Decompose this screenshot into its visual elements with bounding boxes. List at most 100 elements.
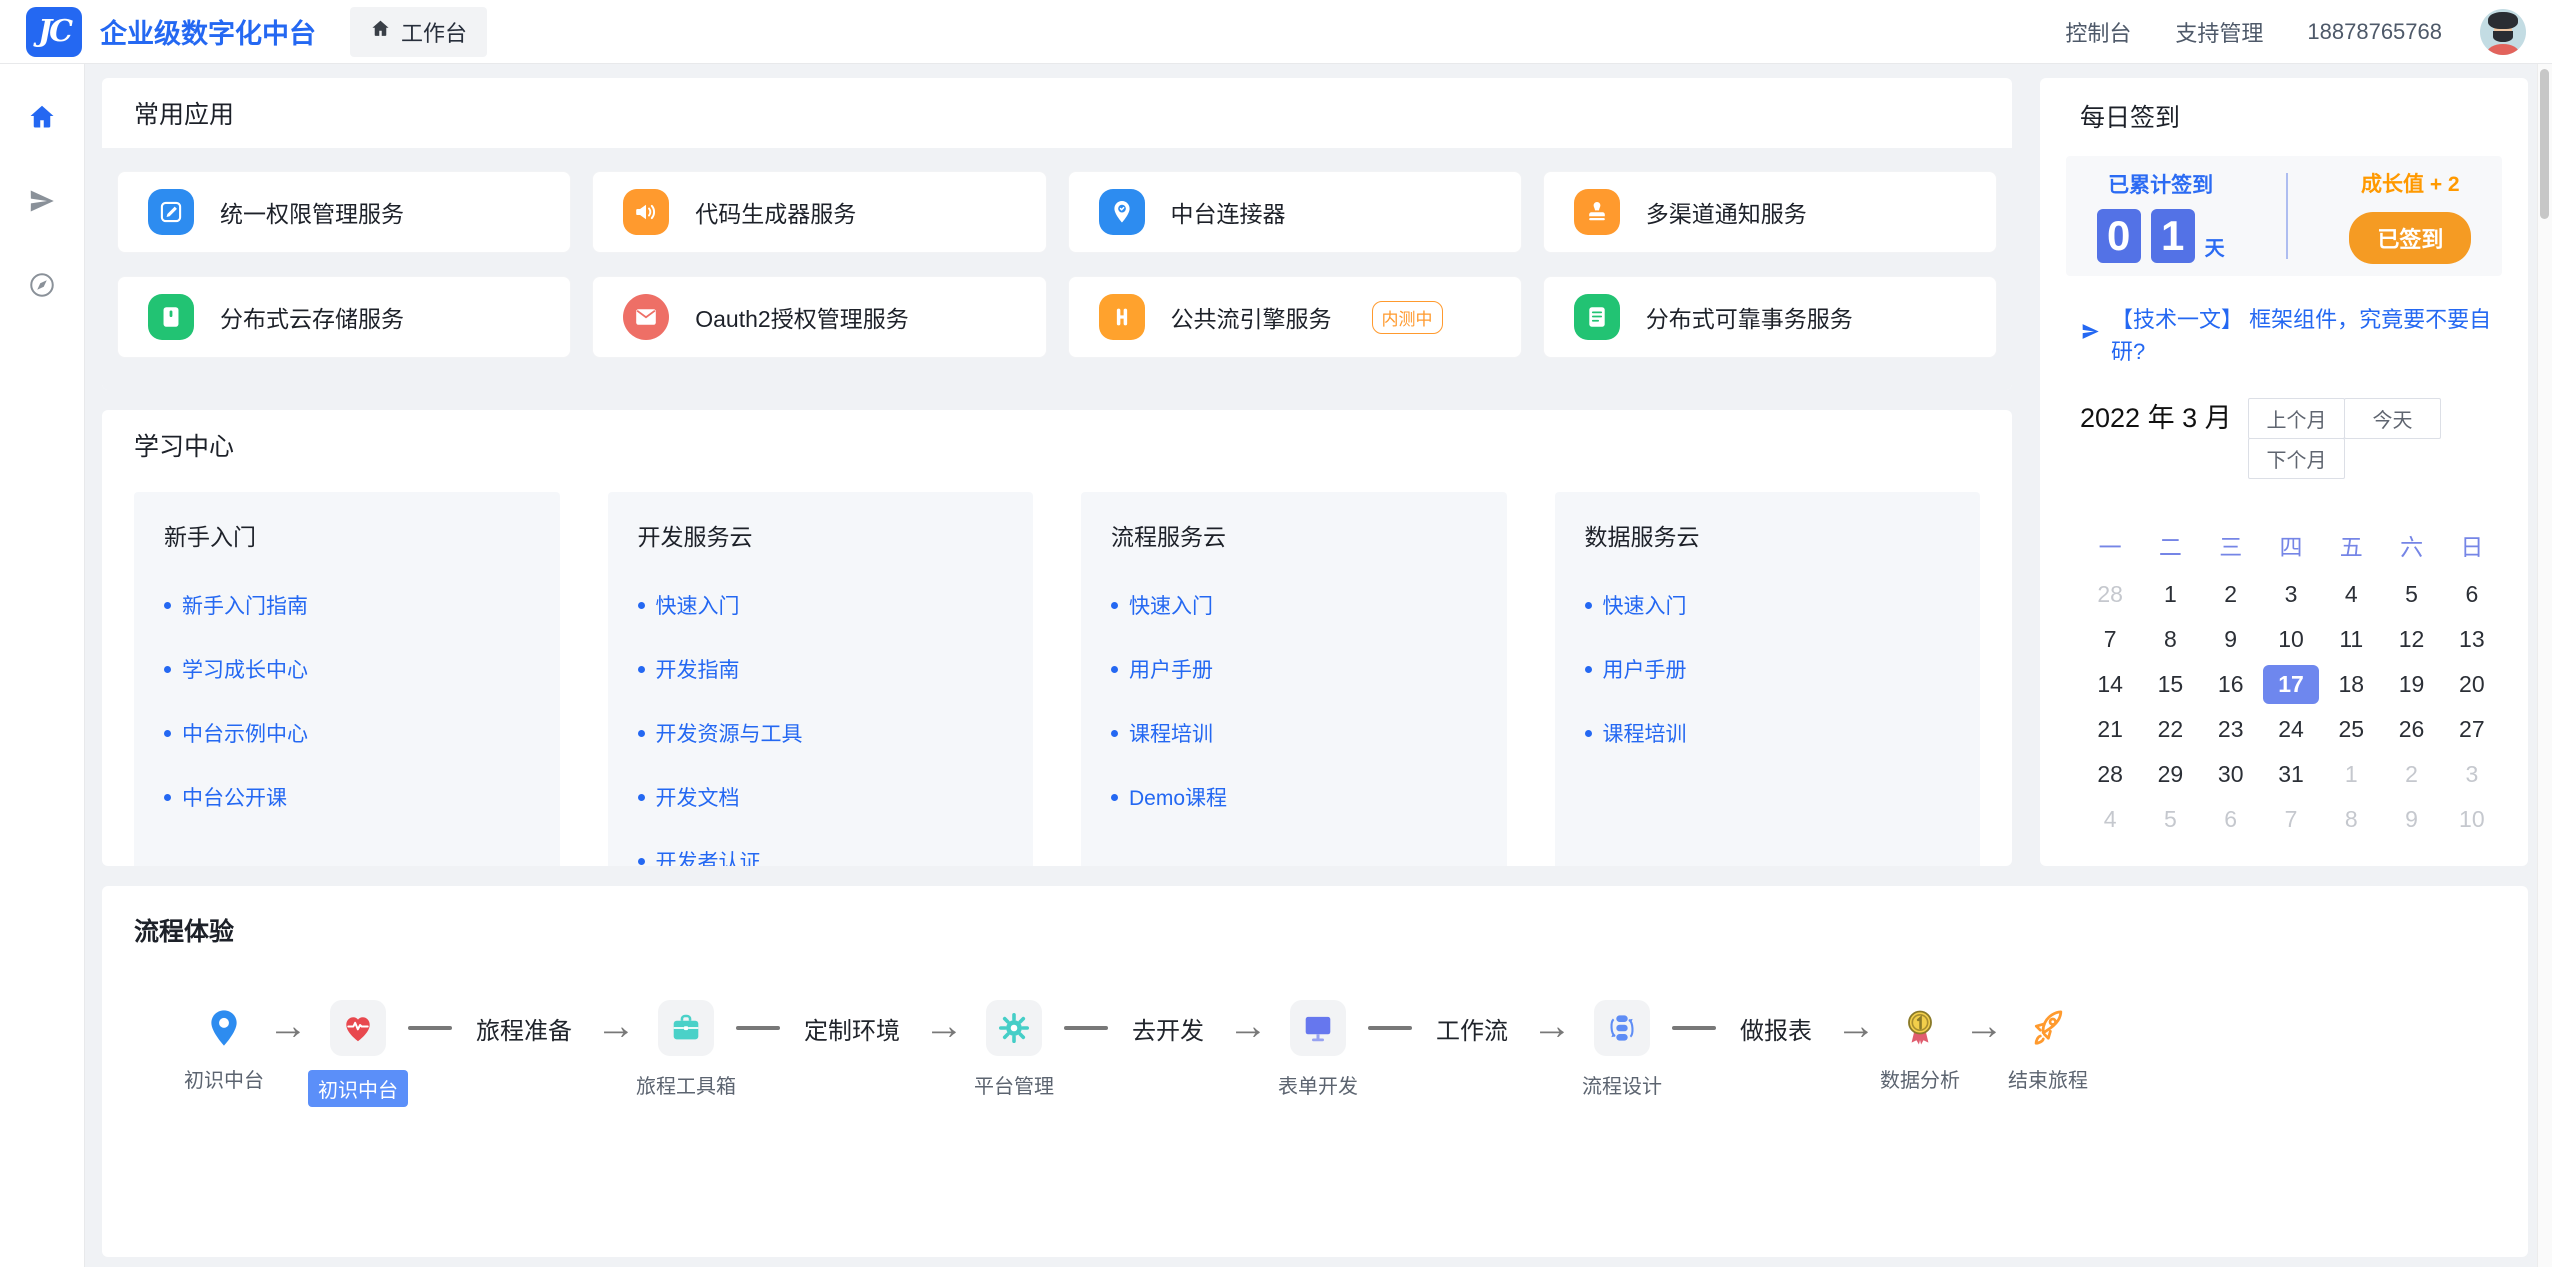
- calendar-day[interactable]: 19: [2391, 666, 2433, 703]
- checkin-summary-card: 已累计签到 0 1 天 成长值 + 2 已签到: [2066, 156, 2502, 276]
- learning-link[interactable]: 开发文档: [638, 782, 1004, 812]
- journey-node[interactable]: 旅程工具箱: [658, 1000, 714, 1056]
- calendar-day[interactable]: 22: [2150, 711, 2192, 748]
- learning-link[interactable]: 用户手册: [1585, 654, 1951, 684]
- learning-link[interactable]: 课程培训: [1111, 718, 1477, 748]
- calendar-day[interactable]: 6: [2457, 576, 2486, 613]
- checkin-divider: [2286, 173, 2288, 259]
- calendar-day[interactable]: 29: [2150, 756, 2192, 793]
- calendar-day[interactable]: 1: [2156, 576, 2185, 613]
- journey-node[interactable]: 初识中台: [330, 1000, 386, 1056]
- app-card[interactable]: 代码生成器服务: [592, 171, 1046, 253]
- calendar-weekday: 一: [2080, 528, 2140, 562]
- learning-link[interactable]: 用户手册: [1111, 654, 1477, 684]
- user-avatar[interactable]: [2480, 9, 2526, 55]
- calendar-day[interactable]: 5: [2397, 576, 2426, 613]
- learning-link[interactable]: 中台公开课: [164, 782, 530, 812]
- calendar-day[interactable]: 28: [2089, 756, 2131, 793]
- calendar-day[interactable]: 16: [2210, 666, 2252, 703]
- journey-node[interactable]: 表单开发: [1290, 1000, 1346, 1056]
- calendar-day[interactable]: 2: [2216, 576, 2245, 613]
- bullet-dot-icon: [164, 730, 171, 737]
- calendar-day[interactable]: 23: [2210, 711, 2252, 748]
- sidebar-item-send[interactable]: [27, 186, 57, 216]
- calendar-day[interactable]: 4: [2337, 576, 2366, 613]
- calendar-day[interactable]: 8: [2156, 621, 2185, 658]
- journey-node[interactable]: 数据分析: [1898, 1006, 1942, 1050]
- calendar-day[interactable]: 31: [2270, 756, 2312, 793]
- calendar-day[interactable]: 7: [2096, 621, 2125, 658]
- calendar-day[interactable]: 24: [2270, 711, 2312, 748]
- calendar-day[interactable]: 21: [2089, 711, 2131, 748]
- learning-link[interactable]: 学习成长中心: [164, 654, 530, 684]
- calendar-day[interactable]: 2: [2397, 756, 2426, 793]
- calendar-day[interactable]: 3: [2457, 756, 2486, 793]
- learning-link[interactable]: 课程培训: [1585, 718, 1951, 748]
- page-title: 企业级数字化中台: [100, 12, 316, 51]
- learning-link[interactable]: 新手入门指南: [164, 590, 530, 620]
- learning-link[interactable]: 中台示例中心: [164, 718, 530, 748]
- calendar-day[interactable]: 14: [2089, 666, 2131, 703]
- learning-link[interactable]: 开发指南: [638, 654, 1004, 684]
- learning-link[interactable]: 快速入门: [1111, 590, 1477, 620]
- calendar-day[interactable]: 20: [2451, 666, 2493, 703]
- app-card[interactable]: Oauth2授权管理服务: [592, 276, 1046, 358]
- calendar-day[interactable]: 8: [2337, 801, 2366, 838]
- learning-link[interactable]: Demo课程: [1111, 782, 1477, 812]
- calendar-day[interactable]: 6: [2216, 801, 2245, 838]
- compass-icon: [27, 270, 57, 300]
- learning-link-label: 快速入门: [1603, 590, 1687, 620]
- sidebar-item-compass[interactable]: [27, 270, 57, 300]
- journey-node[interactable]: 平台管理: [986, 1000, 1042, 1056]
- signed-in-button[interactable]: 已签到: [2349, 212, 2471, 264]
- journey-arrow-icon: →: [596, 1006, 636, 1050]
- tab-workbench[interactable]: 工作台: [350, 7, 487, 57]
- app-logo[interactable]: JC: [26, 7, 82, 57]
- learning-link[interactable]: 开发者认证: [638, 846, 1004, 866]
- calendar-day-selected[interactable]: 17: [2263, 665, 2319, 704]
- app-card[interactable]: 分布式可靠事务服务: [1543, 276, 1997, 358]
- app-card[interactable]: 中台连接器: [1068, 171, 1522, 253]
- calendar-day[interactable]: 9: [2216, 621, 2245, 658]
- vertical-scrollbar[interactable]: [2537, 64, 2552, 1267]
- calendar-day[interactable]: 27: [2451, 711, 2493, 748]
- calendar-day[interactable]: 3: [2277, 576, 2306, 613]
- calendar-day[interactable]: 15: [2150, 666, 2192, 703]
- calendar-day[interactable]: 1: [2337, 756, 2366, 793]
- today-button[interactable]: 今天: [2344, 398, 2441, 439]
- calendar-day[interactable]: 18: [2330, 666, 2372, 703]
- calendar-day[interactable]: 10: [2270, 621, 2312, 658]
- calendar-day[interactable]: 4: [2096, 801, 2125, 838]
- calendar-day[interactable]: 30: [2210, 756, 2252, 793]
- journey-node[interactable]: 流程设计: [1594, 1000, 1650, 1056]
- calendar-day[interactable]: 28: [2089, 576, 2131, 613]
- calendar-day[interactable]: 25: [2330, 711, 2372, 748]
- calendar-day[interactable]: 11: [2331, 621, 2371, 658]
- calendar-day[interactable]: 26: [2391, 711, 2433, 748]
- app-card[interactable]: 多渠道通知服务: [1543, 171, 1997, 253]
- article-link-row[interactable]: 【技术一文】 框架组件，究竟要不要自研?: [2080, 302, 2502, 366]
- scrollbar-thumb[interactable]: [2540, 69, 2549, 219]
- calendar-day[interactable]: 7: [2277, 801, 2306, 838]
- support-admin-link[interactable]: 支持管理: [2175, 16, 2263, 48]
- sidebar-item-home[interactable]: [27, 102, 57, 132]
- calendar-day[interactable]: 13: [2451, 621, 2493, 658]
- journey-edge-line: [1064, 1026, 1108, 1030]
- learning-link[interactable]: 开发资源与工具: [638, 718, 1004, 748]
- journey-node-label: 旅程工具箱: [636, 1070, 736, 1099]
- calendar-day[interactable]: 5: [2156, 801, 2185, 838]
- journey-node[interactable]: 结束旅程: [2026, 1006, 2070, 1050]
- app-card[interactable]: 统一权限管理服务: [117, 171, 571, 253]
- learning-column-title: 开发服务云: [638, 518, 1004, 552]
- calendar-day[interactable]: 10: [2451, 801, 2493, 838]
- calendar-day[interactable]: 12: [2391, 621, 2433, 658]
- learning-link[interactable]: 快速入门: [638, 590, 1004, 620]
- app-card[interactable]: 公共流引擎服务内测中: [1068, 276, 1522, 358]
- learning-link[interactable]: 快速入门: [1585, 590, 1951, 620]
- prev-month-button[interactable]: 上个月: [2248, 398, 2345, 439]
- journey-node[interactable]: 初识中台: [202, 1006, 246, 1050]
- next-month-button[interactable]: 下个月: [2248, 438, 2345, 479]
- console-link[interactable]: 控制台: [2065, 16, 2131, 48]
- calendar-day[interactable]: 9: [2397, 801, 2426, 838]
- app-card[interactable]: 分布式云存储服务: [117, 276, 571, 358]
